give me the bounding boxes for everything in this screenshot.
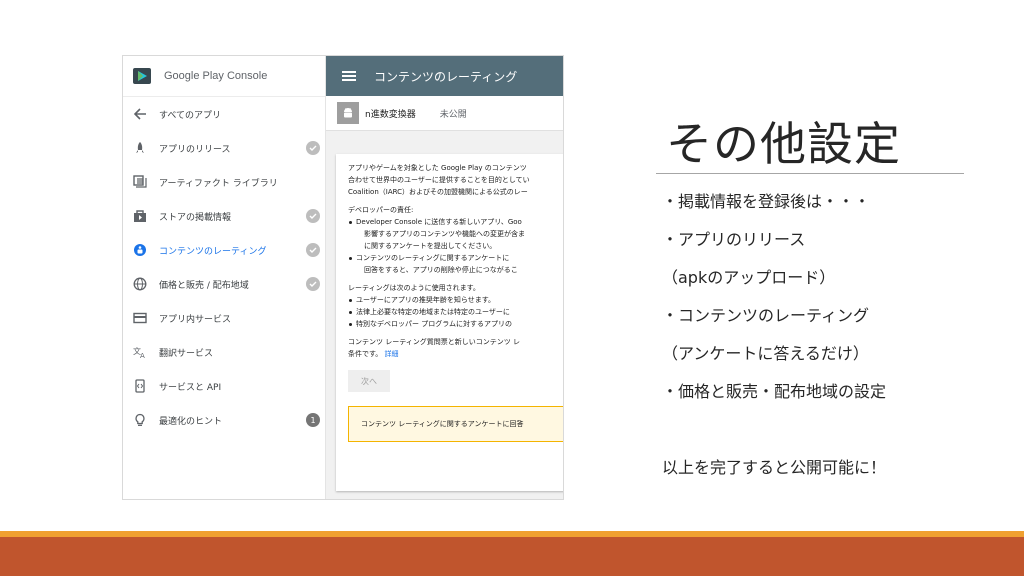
menu-icon[interactable] — [342, 71, 356, 81]
sidebar-item-label: 最適化のヒント — [159, 416, 223, 427]
card-icon — [132, 310, 148, 326]
slide-title: その他設定 — [666, 117, 901, 171]
globe-icon — [132, 276, 148, 292]
app-status: 未公開 — [439, 109, 467, 120]
bullet-line: ・コンテンツのレーティング — [662, 306, 870, 325]
app-name: n進数変換器 — [365, 109, 416, 120]
sidebar-item-pricing-distribution[interactable]: 価格と販売 / 配布地域 — [123, 267, 325, 301]
lightbulb-icon — [132, 412, 148, 428]
translate-icon: 文A — [132, 344, 148, 360]
sidebar-item-all-apps[interactable]: すべてのアプリ — [123, 97, 325, 131]
sidebar-item-label: ストアの掲載情報 — [159, 212, 232, 223]
sidebar-item-label: サービスと API — [159, 382, 222, 393]
bullet-text: Developer Console に送信する新しいアプリ、Goo — [348, 216, 563, 228]
bullet-text: ユーザーにアプリの推奨年齢を知らせます。 — [348, 294, 563, 306]
sidebar-item-content-rating[interactable]: コンテンツのレーティング — [123, 233, 325, 267]
sidebar-item-label: 価格と販売 / 配布地域 — [159, 280, 249, 291]
main-panel: コンテンツのレーティング n進数変換器 未公開 アプリやゲームを対象とした Go… — [326, 56, 563, 499]
sidebar-nav: すべてのアプリ アプリのリリース アーティファクト ライブラリ ストアの掲載情報… — [123, 97, 325, 437]
title-divider — [656, 173, 964, 174]
play-console-logo-icon — [133, 68, 151, 84]
sidebar-item-label: アーティファクト ライブラリ — [159, 178, 278, 189]
notification-badge: 1 — [306, 413, 320, 427]
bullet-line: ・価格と販売・配布地域の設定 — [662, 382, 887, 401]
sidebar-item-releases[interactable]: アプリのリリース — [123, 131, 325, 165]
sidebar-item-label: すべてのアプリ — [159, 110, 222, 121]
bullet-line: （apkのアップロード） — [662, 268, 836, 287]
check-icon — [306, 209, 320, 223]
app-header: n進数変換器 未公開 — [326, 96, 563, 131]
next-button[interactable]: 次へ — [348, 370, 390, 392]
sidebar-item-label: コンテンツのレーティング — [159, 246, 267, 257]
bullet-text: コンテンツのレーティングに関するアンケートに — [348, 252, 563, 264]
content-rating-card: アプリやゲームを対象とした Google Play のコンテンツ 合わせて世界中… — [336, 154, 563, 491]
bullet-text: 影響するアプリのコンテンツや機能への変更が含ま — [364, 230, 525, 238]
check-icon — [306, 277, 320, 291]
bullet-text: 法律上必要な特定の地域または特定のユーザーに — [348, 306, 563, 318]
bullet-line: ・アプリのリリース — [662, 230, 806, 249]
api-icon — [132, 378, 148, 394]
footer-stripe — [0, 537, 1024, 576]
check-icon — [306, 243, 320, 257]
bullet-line: 以上を完了すると公開可能に！ — [662, 458, 887, 477]
back-arrow-icon — [132, 106, 148, 122]
bullet-text: に関するアンケートを提出してください。 — [364, 242, 497, 250]
sidebar: Google Play Console すべてのアプリ アプリのリリース アーテ… — [123, 56, 326, 499]
store-icon — [132, 208, 148, 224]
intro-text: 合わせて世界中のユーザーに提供することを目的としてい — [348, 176, 530, 184]
top-bar: コンテンツのレーティング — [326, 56, 563, 96]
android-icon — [337, 102, 359, 124]
sidebar-item-services-api[interactable]: サービスと API — [123, 369, 325, 403]
rocket-icon — [132, 140, 148, 156]
sidebar-item-translation[interactable]: 文A 翻訳サービス — [123, 335, 325, 369]
console-logo-text: Google Play Console — [164, 70, 268, 82]
play-console-screenshot: Google Play Console すべてのアプリ アプリのリリース アーテ… — [122, 55, 564, 500]
questionnaire-notice: コンテンツ レーティングに関するアンケートに回答 — [348, 406, 563, 442]
intro-text: Coalition（IARC）およびその加盟機関による公式のレー — [348, 188, 528, 196]
library-icon — [132, 174, 148, 190]
check-icon — [306, 141, 320, 155]
footer-text: コンテンツ レーティング質問票と新しいコンテンツ レ — [348, 338, 521, 346]
svg-text:A: A — [140, 352, 145, 359]
developer-responsibility-heading: デベロッパーの責任: — [348, 206, 414, 214]
usage-heading: レーティングは次のように使用されます。 — [348, 284, 480, 292]
footer-text: 条件です。 詳細 — [348, 350, 399, 358]
bullet-line: ・掲載情報を登録後は・・・ — [662, 192, 871, 211]
details-link[interactable]: 詳細 — [385, 350, 399, 358]
sidebar-item-label: 翻訳サービス — [159, 348, 214, 359]
sidebar-item-in-app-products[interactable]: アプリ内サービス — [123, 301, 325, 335]
bullet-text: 回答をすると、アプリの削除や停止につながるこ — [364, 266, 518, 274]
sidebar-item-optimization-tips[interactable]: 最適化のヒント 1 — [123, 403, 325, 437]
content-rating-icon — [132, 242, 148, 258]
sidebar-item-artifact-library[interactable]: アーティファクト ライブラリ — [123, 165, 325, 199]
bullet-text: 特別なデベロッパー プログラムに対するアプリの — [348, 318, 563, 330]
sidebar-item-store-listing[interactable]: ストアの掲載情報 — [123, 199, 325, 233]
bullet-line: （アンケートに答えるだけ） — [662, 344, 869, 363]
sidebar-item-label: アプリ内サービス — [159, 314, 232, 325]
console-logo[interactable]: Google Play Console — [123, 56, 325, 97]
page-title: コンテンツのレーティング — [374, 69, 518, 84]
sidebar-item-label: アプリのリリース — [159, 144, 231, 155]
intro-text: アプリやゲームを対象とした Google Play のコンテンツ — [348, 164, 527, 172]
